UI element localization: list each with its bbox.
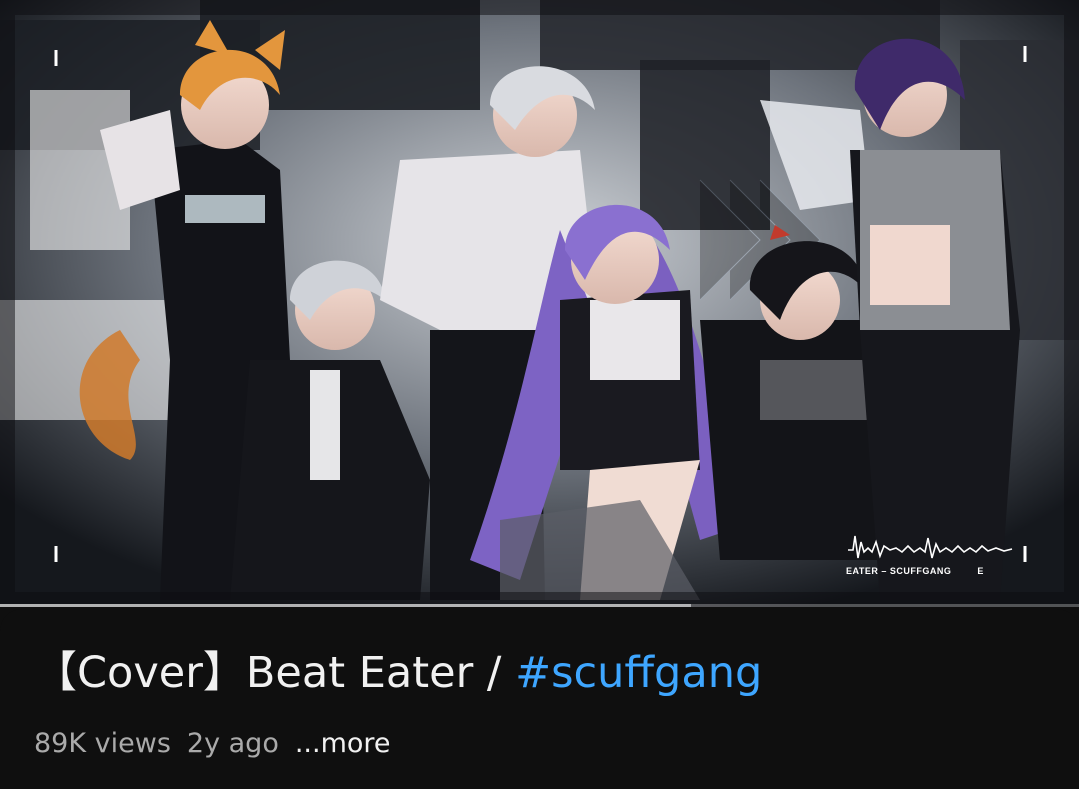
video-progress-bar[interactable] bbox=[0, 604, 1079, 607]
video-meta[interactable]: 89K views 2y ago ...more bbox=[34, 724, 391, 764]
video-thumbnail-illustration bbox=[0, 0, 1079, 607]
screen: EATER – SCUFFGANG E 【Cover】Beat Eater / #… bbox=[0, 0, 1079, 789]
more-description-button[interactable]: ...more bbox=[295, 728, 391, 759]
video-overlay-caption: EATER – SCUFFGANG E bbox=[846, 566, 1016, 576]
video-buffer-fill bbox=[0, 604, 691, 607]
upload-age: 2y ago bbox=[186, 728, 279, 759]
video-info-panel[interactable]: 【Cover】Beat Eater / #scuffgang 89K views… bbox=[0, 609, 1079, 789]
video-title[interactable]: 【Cover】Beat Eater / #scuffgang bbox=[34, 643, 762, 703]
view-count: 89K views bbox=[34, 728, 171, 759]
overlay-caption-text: EATER – SCUFFGANG bbox=[846, 566, 952, 576]
hashtag-link[interactable]: #scuffgang bbox=[515, 648, 762, 698]
overlay-caption-tail: E bbox=[977, 566, 984, 576]
video-player[interactable]: EATER – SCUFFGANG E bbox=[0, 0, 1079, 607]
video-title-text: 【Cover】Beat Eater / bbox=[34, 648, 516, 698]
